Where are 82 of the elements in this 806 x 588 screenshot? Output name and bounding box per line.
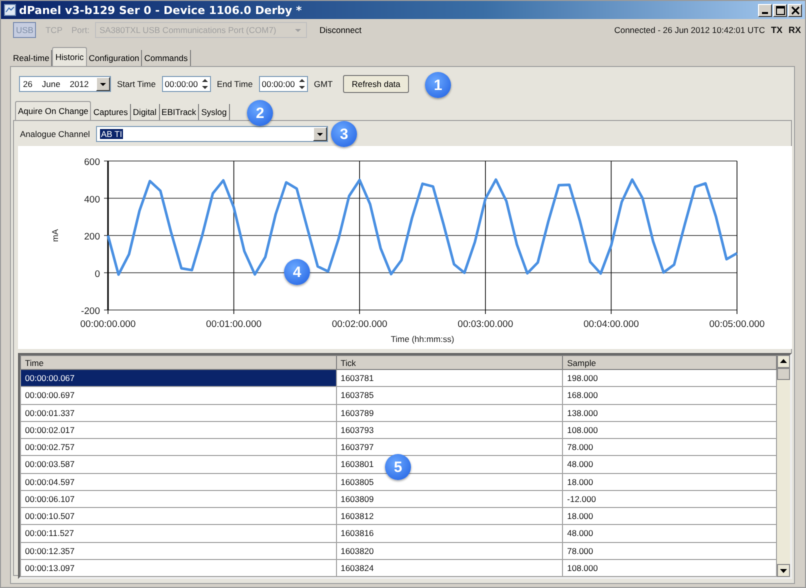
start-time-field[interactable]: 00:00:00 bbox=[162, 76, 211, 92]
minimize-button[interactable] bbox=[758, 4, 772, 16]
x-tick-label: 00:04:00.000 bbox=[583, 319, 639, 330]
table-cell[interactable]: 108.000 bbox=[562, 421, 776, 438]
activity-indicator: TX bbox=[770, 25, 782, 35]
spinner-arrows-icon bbox=[296, 77, 307, 91]
table-cell[interactable]: 138.000 bbox=[562, 404, 776, 422]
disconnect-button[interactable]: Disconnect bbox=[317, 25, 364, 35]
tab[interactable]: Historic bbox=[52, 47, 87, 66]
table-cell[interactable]: 00:00:03.587 bbox=[20, 456, 336, 473]
start-time-label: Start Time bbox=[117, 79, 156, 89]
table-cell[interactable]: 168.000 bbox=[562, 386, 776, 404]
table-cell[interactable]: 1603793 bbox=[336, 421, 563, 438]
end-time-field[interactable]: 00:00:00 bbox=[258, 76, 308, 92]
connection-status: Connected - 26 Jun 2012 10:42:01 UTC bbox=[614, 25, 765, 35]
x-axis-title: Time (hh:mm:ss) bbox=[390, 334, 454, 344]
y-tick-label: 600 bbox=[84, 157, 100, 168]
end-time-label: End Time bbox=[216, 79, 253, 89]
scroll-down-icon[interactable] bbox=[777, 564, 790, 577]
table-cell[interactable]: 00:00:12.357 bbox=[20, 542, 336, 560]
close-button[interactable] bbox=[788, 4, 802, 16]
spinner-arrows-icon bbox=[200, 77, 210, 91]
table-cell[interactable]: 1603785 bbox=[336, 386, 563, 404]
table-cell[interactable]: 78.000 bbox=[562, 438, 776, 456]
table-cell[interactable]: 1603816 bbox=[336, 524, 563, 542]
app-icon bbox=[4, 4, 16, 16]
timezone-label: GMT bbox=[314, 79, 333, 89]
y-axis-title: mA bbox=[50, 229, 60, 242]
dropdown-arrow-icon bbox=[99, 80, 107, 88]
scroll-thumb[interactable] bbox=[777, 368, 790, 380]
table-cell[interactable]: 00:00:01.337 bbox=[20, 404, 336, 422]
x-tick-label: 00:01:00.000 bbox=[206, 319, 262, 330]
minimize-icon bbox=[762, 12, 768, 14]
close-icon bbox=[790, 6, 800, 14]
table-cell[interactable]: 48.000 bbox=[562, 524, 776, 542]
y-tick-label: 0 bbox=[94, 268, 100, 280]
y-tick-label: 200 bbox=[84, 232, 100, 242]
table-cell[interactable]: 48.000 bbox=[562, 456, 776, 473]
table-cell[interactable]: 1603797 bbox=[336, 438, 563, 456]
x-tick-label: 00:05:00.000 bbox=[709, 319, 765, 330]
table-cell[interactable]: 1603812 bbox=[336, 508, 563, 525]
table-cell[interactable]: 108.000 bbox=[562, 559, 776, 576]
window-title: dPanel v3-b129 Ser 0 - Device 1106.0 Derby * bbox=[19, 4, 302, 16]
date-picker[interactable]: 26 June 2012 bbox=[19, 76, 111, 92]
dropdown-arrow-icon bbox=[294, 26, 302, 34]
y-tick-label: 400 bbox=[84, 194, 100, 206]
dropdown-arrow-icon bbox=[316, 130, 324, 138]
column-header[interactable]: Sample bbox=[562, 356, 776, 370]
table-cell[interactable]: 00:00:06.107 bbox=[20, 490, 336, 508]
x-tick-label: 00:03:00.000 bbox=[458, 319, 514, 330]
table-cell[interactable]: 1603824 bbox=[336, 559, 563, 576]
table-cell[interactable]: 00:00:04.597 bbox=[20, 473, 336, 490]
analogue-channel-label: Analogue Channel bbox=[20, 129, 90, 139]
table-cell[interactable]: 00:00:00.697 bbox=[20, 386, 336, 404]
table-cell[interactable]: 00:00:13.097 bbox=[20, 559, 336, 576]
table-cell[interactable]: 00:00:10.507 bbox=[20, 508, 336, 525]
scroll-up-icon[interactable] bbox=[777, 355, 790, 368]
activity-indicator: RX bbox=[788, 25, 801, 35]
table-cell[interactable]: 1603809 bbox=[336, 490, 563, 508]
table-cell[interactable]: 18.000 bbox=[562, 508, 776, 525]
table-cell[interactable]: 18.000 bbox=[562, 473, 776, 490]
y-tick-label: -200 bbox=[80, 306, 100, 317]
table-cell[interactable]: 198.000 bbox=[562, 370, 776, 387]
x-tick-label: 00:00:00.000 bbox=[80, 319, 136, 330]
maximize-icon bbox=[776, 6, 784, 14]
table-cell[interactable]: 00:00:11.527 bbox=[20, 524, 336, 542]
table-cell[interactable]: 00:00:02.757 bbox=[20, 438, 336, 456]
channel-dropdown[interactable]: AB TI bbox=[96, 126, 328, 142]
table-cell[interactable]: 78.000 bbox=[562, 542, 776, 560]
maximize-button[interactable] bbox=[773, 4, 787, 16]
refresh-data-button[interactable]: Refresh data bbox=[342, 75, 410, 93]
table-cell[interactable]: 1603781 bbox=[336, 370, 563, 387]
table-cell[interactable]: -12.000 bbox=[562, 490, 776, 508]
column-header[interactable]: Time bbox=[20, 356, 336, 370]
scrollbar[interactable] bbox=[777, 355, 790, 577]
table-cell[interactable]: 00:00:02.017 bbox=[20, 421, 336, 438]
table-cell[interactable]: 00:00:00.067 bbox=[20, 370, 336, 387]
table-cell[interactable]: 1603820 bbox=[336, 542, 563, 560]
x-tick-label: 00:02:00.000 bbox=[332, 319, 388, 330]
column-header[interactable]: Tick bbox=[336, 356, 563, 370]
table-cell[interactable]: 1603789 bbox=[336, 404, 563, 422]
tab[interactable]: Aquire On Change bbox=[15, 101, 92, 120]
